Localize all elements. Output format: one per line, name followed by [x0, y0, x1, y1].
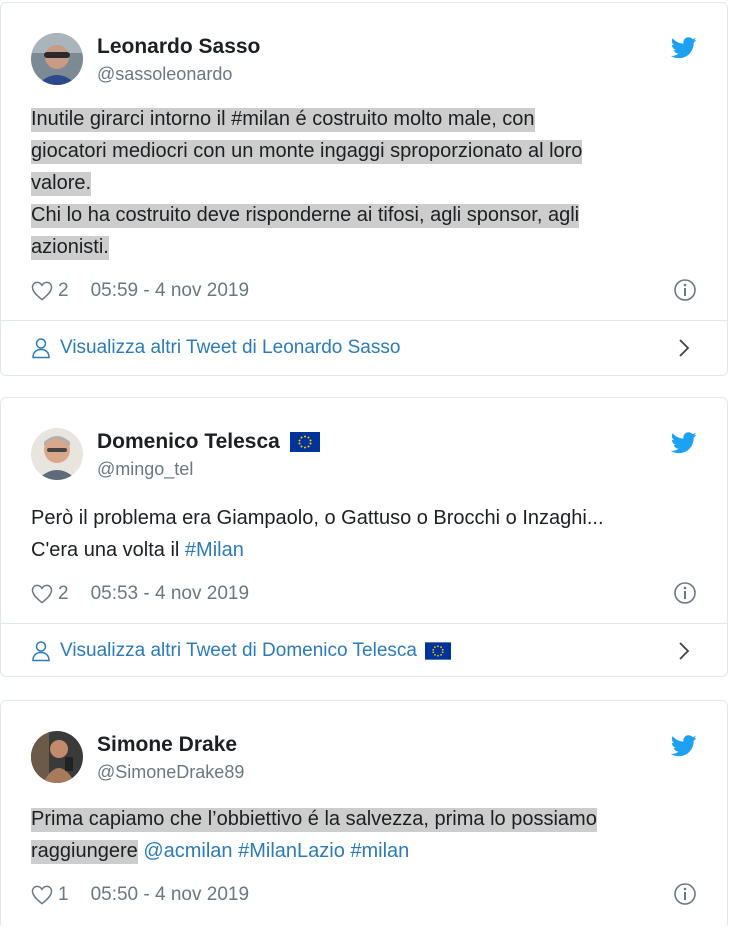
author-name[interactable]: Domenico Telesca [97, 430, 320, 454]
divider [1, 320, 727, 321]
divider [1, 623, 727, 624]
person-outline-icon [32, 338, 50, 359]
person-outline-icon [32, 641, 50, 662]
twitter-bird-icon[interactable] [671, 37, 697, 59]
heart-outline-icon [31, 281, 53, 301]
tweet-timestamp[interactable]: 05:50 - 4 nov 2019 [91, 884, 249, 906]
author-name[interactable]: Leonardo Sasso [97, 35, 260, 59]
tweet-text: Però il problema era Giampaolo, o Gattus… [31, 502, 697, 566]
tweet-text-line: giocatori mediocri con un monte ingaggi … [31, 140, 583, 164]
tweet-meta: 2 05:59 - 4 nov 2019 [31, 278, 697, 302]
hashtag-link[interactable]: #Milan [185, 539, 244, 561]
tweet-timestamp[interactable]: 05:53 - 4 nov 2019 [91, 583, 249, 605]
heart-outline-icon [31, 584, 53, 604]
tweet-text-line: valore. [31, 172, 92, 196]
like-button[interactable]: 2 [31, 583, 69, 605]
heart-outline-icon [31, 885, 53, 905]
chevron-right-icon [679, 642, 690, 660]
author-name[interactable]: Simone Drake [97, 733, 237, 757]
mentions-hashtags-link[interactable]: @acmilan #MilanLazio #milan [143, 840, 409, 862]
twitter-bird-icon[interactable] [671, 432, 697, 454]
avatar[interactable] [31, 33, 83, 85]
like-button[interactable]: 2 [31, 280, 69, 302]
info-circle-icon[interactable] [673, 278, 697, 302]
tweet-text: Inutile girarci intorno il #milan é cost… [31, 103, 697, 263]
author-handle[interactable]: @SimoneDrake89 [97, 762, 244, 783]
tweet-meta: 2 05:53 - 4 nov 2019 [31, 581, 697, 605]
tweet-meta: 1 05:50 - 4 nov 2019 [31, 882, 697, 906]
view-more-tweets-link[interactable]: Visualizza altri Tweet di Domenico Teles… [31, 636, 697, 666]
author-name-text: Simone Drake [97, 733, 238, 756]
tweet-card: Simone Drake @SimoneDrake89 Prima capiam… [0, 700, 728, 925]
tweet-text-line: raggiungere [31, 840, 138, 864]
view-more-label: Visualizza altri Tweet di Leonardo Sasso [60, 337, 401, 358]
twitter-bird-icon[interactable] [671, 735, 697, 757]
tweet-text-line: Prima capiamo che l’obbiettivo é la salv… [31, 808, 597, 832]
tweet-text-line: azionisti. [31, 236, 109, 260]
eu-flag-icon [289, 432, 320, 452]
like-button[interactable]: 1 [31, 884, 69, 906]
author-handle[interactable]: @mingo_tel [97, 459, 193, 480]
tweet-card: Domenico Telesca @mingo_tel Però il prob… [0, 397, 728, 677]
avatar[interactable] [31, 731, 83, 783]
info-circle-icon[interactable] [673, 882, 697, 906]
view-more-label: Visualizza altri Tweet di Domenico Teles… [60, 640, 417, 661]
tweet-text-line: Inutile girarci intorno il #milan é cost… [31, 108, 535, 132]
tweet-text: Prima capiamo che l’obbiettivo é la salv… [31, 803, 697, 867]
like-count: 1 [58, 884, 69, 905]
eu-flag-icon [424, 642, 451, 660]
like-count: 2 [58, 583, 69, 604]
tweet-text-line: C'era una volta il [31, 539, 185, 561]
author-name-text: Domenico Telesca [97, 430, 280, 453]
tweet-timestamp[interactable]: 05:59 - 4 nov 2019 [91, 280, 249, 302]
like-count: 2 [58, 280, 69, 301]
author-handle[interactable]: @sassoleonardo [97, 64, 232, 85]
tweet-text-line: Chi lo ha costruito deve risponderne ai … [31, 204, 580, 228]
chevron-right-icon [679, 339, 690, 357]
tweet-card: Leonardo Sasso @sassoleonardo Inutile gi… [0, 2, 728, 376]
tweet-text-line: Però il problema era Giampaolo, o Gattus… [31, 507, 604, 529]
author-name-text: Leonardo Sasso [97, 35, 261, 58]
view-more-tweets-link[interactable]: Visualizza altri Tweet di Leonardo Sasso [31, 333, 697, 363]
info-circle-icon[interactable] [673, 581, 697, 605]
avatar[interactable] [31, 428, 83, 480]
